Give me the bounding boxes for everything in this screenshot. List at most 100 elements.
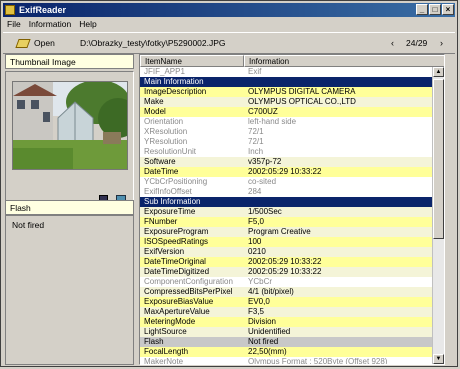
section-header-row[interactable]: Main Information (140, 77, 433, 87)
thumbnail-image (12, 81, 128, 170)
table-row[interactable]: Flash Not fired (140, 337, 433, 347)
table-row[interactable]: YResolution 72/1 (140, 137, 433, 147)
item-value-cell: 72/1 (248, 127, 264, 136)
menu-help[interactable]: Help (75, 18, 100, 31)
item-name-cell: DateTimeDigitized (144, 267, 210, 276)
item-value-cell: F3,5 (248, 307, 265, 316)
item-value-cell: Inch (248, 147, 264, 156)
left-pane: Thumbnail Image Flash Not fired (5, 54, 134, 365)
item-value-cell: 100 (248, 237, 262, 246)
header-itemname[interactable]: ItemName (140, 55, 244, 67)
open-folder-icon (15, 39, 31, 49)
scroll-up-arrow-icon[interactable]: ▲ (433, 67, 444, 77)
item-value-cell: Division (248, 317, 277, 326)
table-row[interactable]: ResolutionUnit Inch (140, 147, 433, 157)
item-name-cell: ComponentConfiguration (144, 277, 233, 286)
item-value-cell: 2002:05:29 10:33:22 (248, 167, 322, 176)
item-name-cell: Flash (144, 337, 164, 346)
vertical-scrollbar[interactable]: ▲ ▼ (432, 67, 444, 364)
item-name-cell: Software (144, 157, 176, 166)
table-header: ItemName Information (140, 55, 444, 67)
app-icon (5, 5, 15, 15)
item-value-cell: 72/1 (248, 137, 264, 146)
title-bar: ExifReader _ □ × (3, 3, 455, 17)
item-name-cell: YResolution (144, 137, 188, 146)
item-name-cell: FNumber (144, 217, 178, 226)
table-row[interactable]: DateTimeDigitized 2002:05:29 10:33:22 (140, 267, 433, 277)
item-value-cell: Exif (248, 67, 262, 76)
table-row[interactable]: Model C700UZ (140, 107, 433, 117)
table-row[interactable]: FocalLength 22,50(mm) (140, 347, 433, 357)
item-name-cell: MeteringMode (144, 317, 196, 326)
item-name-cell: MakerNote (144, 357, 184, 365)
item-name-cell: ISOSpeedRatings (144, 237, 209, 246)
exif-table: ItemName Information JFIF_APP1 Exif Main I… (139, 54, 445, 365)
table-row[interactable]: FNumber F5,0 (140, 217, 433, 227)
item-name-cell: Sub Information (144, 197, 201, 206)
open-label: Open (34, 38, 55, 48)
table-row[interactable]: DateTimeOriginal 2002:05:29 10:33:22 (140, 257, 433, 267)
item-value-cell: 22,50(mm) (248, 347, 287, 356)
item-name-cell: Make (144, 97, 164, 106)
item-value-cell: left-hand side (248, 117, 297, 126)
table-row[interactable]: ISOSpeedRatings 100 (140, 237, 433, 247)
table-row[interactable]: JFIF_APP1 Exif (140, 67, 433, 77)
table-row[interactable]: CompressedBitsPerPixel 4/1 (bit/pixel) (140, 287, 433, 297)
menu-bar: File Information Help (3, 18, 455, 31)
scroll-down-arrow-icon[interactable]: ▼ (433, 354, 444, 364)
menu-file[interactable]: File (3, 18, 25, 31)
table-row[interactable]: XResolution 72/1 (140, 127, 433, 137)
table-row[interactable]: ExposureTime 1/500Sec (140, 207, 433, 217)
item-name-cell: LightSource (144, 327, 187, 336)
minimize-button[interactable]: _ (416, 4, 428, 15)
item-name-cell: Model (144, 107, 166, 116)
item-name-cell: ResolutionUnit (144, 147, 197, 156)
item-name-cell: CompressedBitsPerPixel (144, 287, 233, 296)
table-row[interactable]: ImageDescription OLYMPUS DIGITAL CAMERA (140, 87, 433, 97)
open-button[interactable]: Open (15, 36, 55, 50)
table-row[interactable]: Software v357p-72 (140, 157, 433, 167)
previous-image-button[interactable]: ‹ (391, 33, 394, 53)
table-body: JFIF_APP1 Exif Main Information ImageDescri… (140, 67, 433, 365)
flash-panel-title: Flash (5, 200, 134, 215)
item-value-cell: 2002:05:29 10:33:22 (248, 257, 322, 266)
item-name-cell: FocalLength (144, 347, 189, 356)
scroll-thumb[interactable] (433, 79, 444, 239)
item-value-cell: 0210 (248, 247, 266, 256)
table-row[interactable]: ExposureProgram Program Creative (140, 227, 433, 237)
item-name-cell: Main Information (144, 77, 204, 86)
item-name-cell: ImageDescription (144, 87, 207, 96)
maximize-button[interactable]: □ (429, 4, 441, 15)
item-name-cell: DateTime (144, 167, 179, 176)
table-row[interactable]: MaxApertureValue F3,5 (140, 307, 433, 317)
table-row[interactable]: MeteringMode Division (140, 317, 433, 327)
flash-value: Not fired (12, 220, 45, 230)
flash-detail-panel: Not fired (5, 215, 134, 365)
close-button[interactable]: × (442, 4, 454, 15)
item-value-cell: v357p-72 (248, 157, 282, 166)
table-row[interactable]: ExifVersion 0210 (140, 247, 433, 257)
item-value-cell: Program Creative (248, 227, 311, 236)
item-name-cell: JFIF_APP1 (144, 67, 185, 76)
table-row[interactable]: LightSource Unidentified (140, 327, 433, 337)
next-image-button[interactable]: › (440, 33, 443, 53)
item-value-cell: 1/500Sec (248, 207, 282, 216)
table-row[interactable]: ExifInfoOffset 284 (140, 187, 433, 197)
item-value-cell: YCbCr (248, 277, 273, 286)
table-row[interactable]: DateTime 2002:05:29 10:33:22 (140, 167, 433, 177)
item-value-cell: 284 (248, 187, 262, 196)
item-value-cell: co-sited (248, 177, 277, 186)
header-information[interactable]: Information (244, 55, 444, 67)
item-name-cell: MaxApertureValue (144, 307, 210, 316)
section-header-row[interactable]: Sub Information (140, 197, 433, 207)
table-row[interactable]: Orientation left-hand side (140, 117, 433, 127)
table-row[interactable]: Make OLYMPUS OPTICAL CO.,LTD (140, 97, 433, 107)
table-row[interactable]: ComponentConfiguration YCbCr (140, 277, 433, 287)
item-value-cell: Olympus Format : 520Byte (Offset 928) (248, 357, 388, 365)
table-row[interactable]: MakerNote Olympus Format : 520Byte (Offse… (140, 357, 433, 365)
menu-information[interactable]: Information (25, 18, 76, 31)
item-value-cell: OLYMPUS OPTICAL CO.,LTD (248, 97, 356, 106)
table-row[interactable]: YCbCrPositioning co-sited (140, 177, 433, 187)
item-value-cell: 4/1 (bit/pixel) (248, 287, 294, 296)
table-row[interactable]: ExposureBiasValue EV0,0 (140, 297, 433, 307)
